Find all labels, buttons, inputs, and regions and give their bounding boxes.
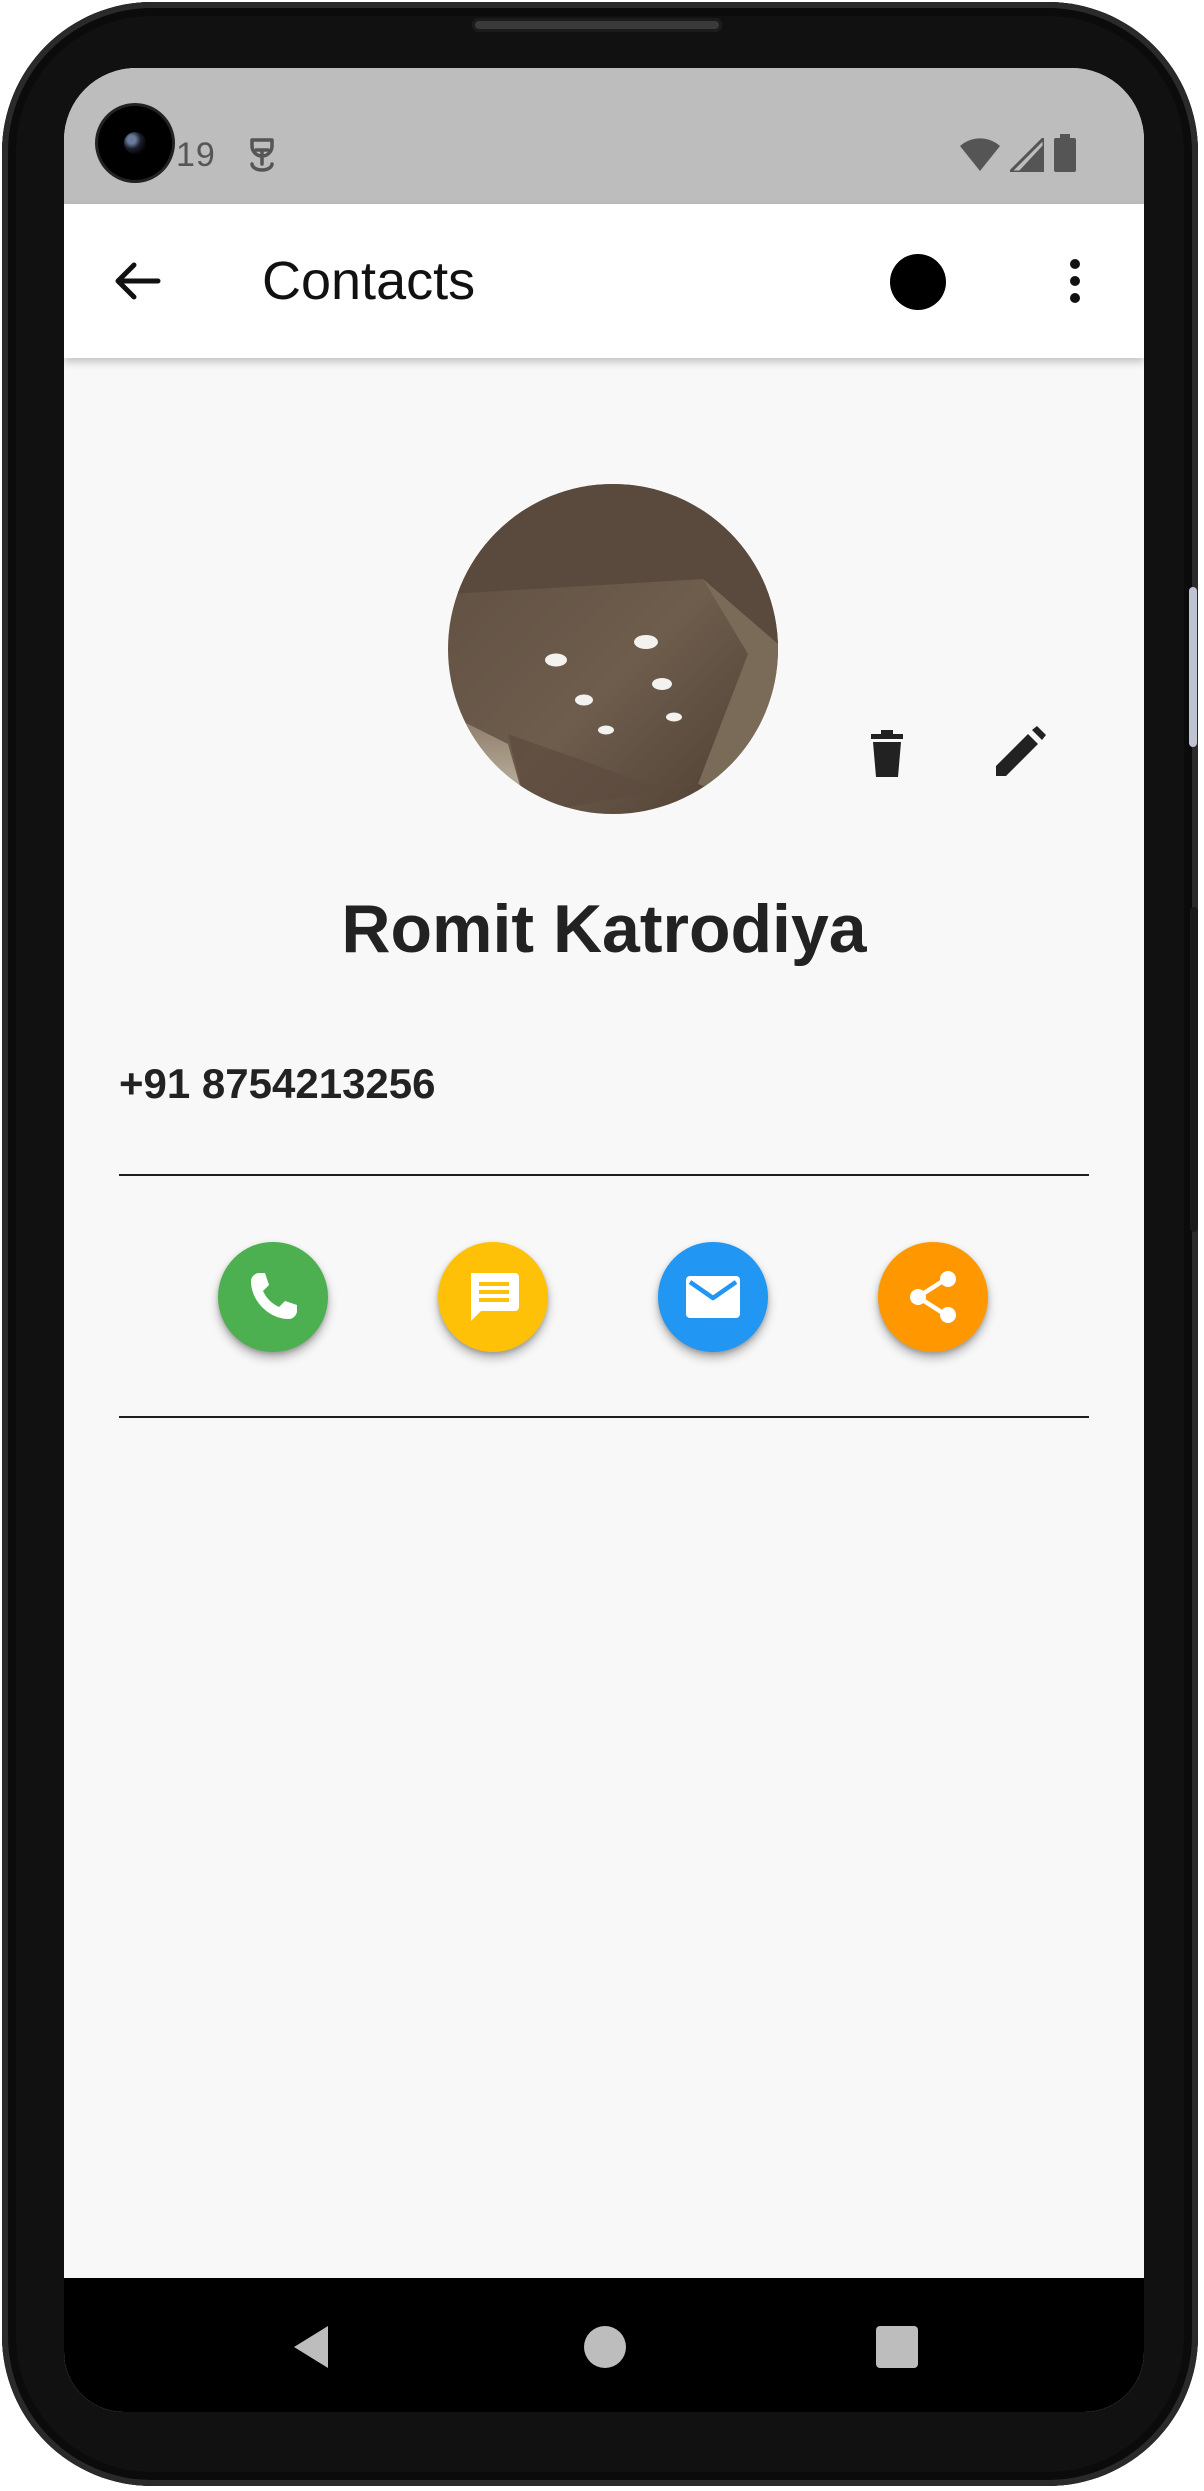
arrow-back-icon — [115, 262, 161, 300]
back-button[interactable] — [102, 246, 172, 316]
divider — [119, 1416, 1089, 1418]
circle-icon[interactable] — [890, 254, 946, 310]
contact-photo — [448, 484, 778, 814]
nav-recents-icon[interactable] — [876, 2326, 918, 2368]
delete-button[interactable] — [852, 718, 922, 788]
battery-icon — [1054, 134, 1076, 172]
phone-icon — [251, 1273, 297, 1319]
volume-button — [1189, 587, 1197, 747]
status-bar: 19 — [64, 68, 1144, 204]
edit-button[interactable] — [984, 718, 1054, 788]
earpiece-speaker — [472, 18, 722, 32]
page-title: Contacts — [262, 251, 476, 311]
share-button[interactable] — [878, 1242, 988, 1352]
system-navigation-bar — [64, 2278, 1144, 2412]
contact-avatar[interactable] — [448, 484, 778, 814]
edit-icon — [996, 726, 1046, 776]
page: 19 Contacts Romit Katrodiya +91 87542132… — [0, 0, 1204, 2491]
nav-back-icon[interactable] — [286, 2322, 336, 2372]
more-options-button[interactable] — [1040, 246, 1110, 316]
nav-home-icon[interactable] — [584, 2326, 626, 2368]
email-button[interactable] — [658, 1242, 768, 1352]
divider — [119, 1174, 1089, 1176]
more-vert-icon — [1070, 259, 1080, 303]
app-bar: Contacts — [64, 204, 1144, 358]
cell-signal-icon — [1010, 138, 1044, 172]
app-notification-icon — [250, 138, 274, 172]
delete-icon — [871, 730, 903, 777]
phone-frame: 19 Contacts Romit Katrodiya +91 87542132… — [2, 2, 1198, 2486]
wifi-icon — [960, 138, 1000, 171]
email-icon — [686, 1276, 740, 1318]
front-camera — [98, 106, 172, 180]
screen: 19 Contacts Romit Katrodiya +91 87542132… — [64, 68, 1144, 2412]
message-icon — [471, 1273, 519, 1321]
message-button[interactable] — [438, 1242, 548, 1352]
contact-name: Romit Katrodiya — [341, 891, 867, 967]
contact-phone-number: +91 8754213256 — [119, 1060, 436, 1107]
share-icon — [910, 1271, 956, 1323]
power-button — [1190, 907, 1198, 1232]
call-button[interactable] — [218, 1242, 328, 1352]
status-time: 19 — [176, 136, 216, 174]
status-icons — [960, 134, 1076, 172]
